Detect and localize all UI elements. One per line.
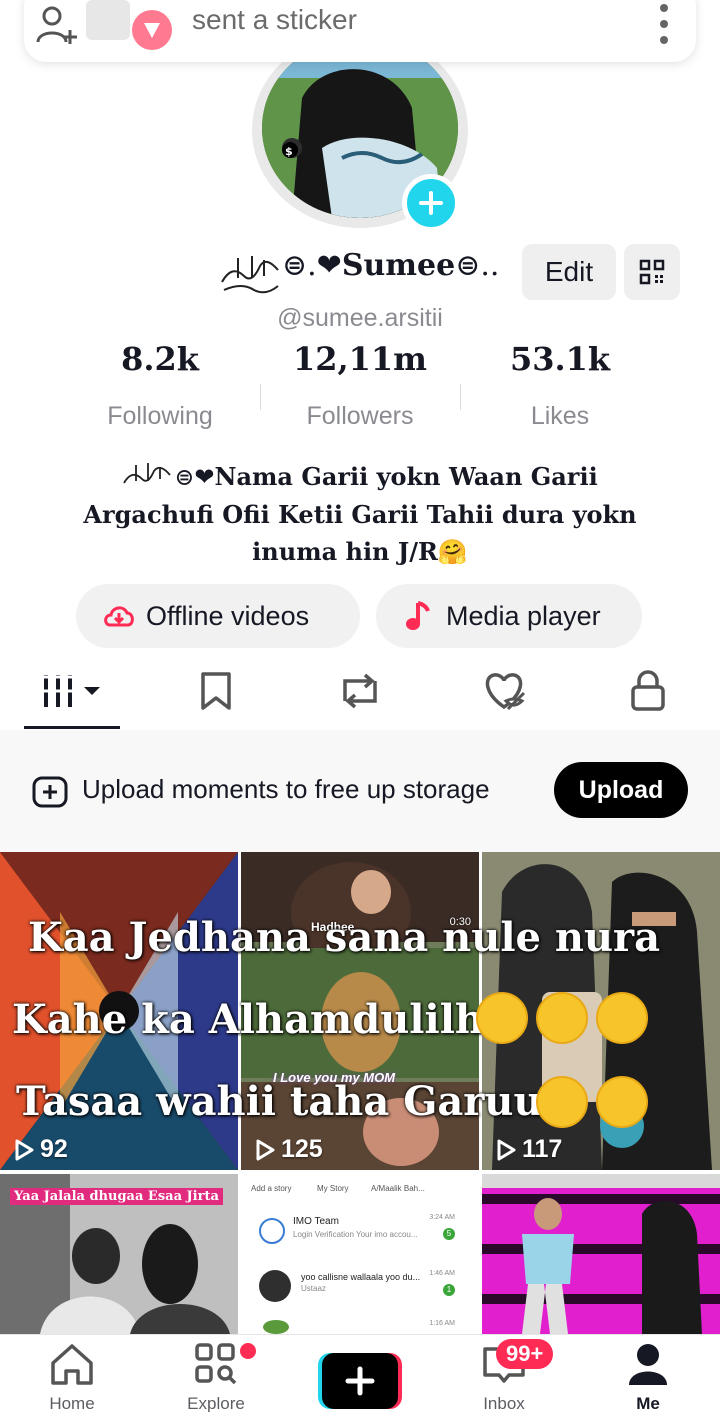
add-storage-icon xyxy=(32,776,68,808)
bookmark-icon xyxy=(201,672,231,710)
video-thumbnail[interactable] xyxy=(482,1174,720,1334)
yum-emoji-icon xyxy=(536,992,588,1044)
music-note-icon xyxy=(406,601,430,630)
notification-banner[interactable]: sent a sticker xyxy=(24,0,696,62)
nav-label: Inbox xyxy=(483,1394,525,1412)
nav-me[interactable]: Me xyxy=(588,1341,708,1412)
profile-bio[interactable]: ⊜❤Nama Garii yokn Waan Garii Argachufi O… xyxy=(80,458,640,570)
tab-private[interactable] xyxy=(600,666,696,716)
send-icon xyxy=(132,10,172,50)
bowtie-icon: ⊜.❤ xyxy=(282,248,342,283)
view-count: 92 xyxy=(14,1135,68,1164)
video-thumbnail[interactable]: Yaa Jalala dhugaa Esaa Jirta xyxy=(0,1174,238,1334)
play-icon xyxy=(497,1139,516,1160)
qr-code-button[interactable] xyxy=(624,244,680,300)
inbox-count-badge: 99+ xyxy=(496,1339,554,1369)
bottom-navigation: Home Explore Inbox 99+ Me xyxy=(0,1334,720,1412)
sticker-text: Kaa Jedhana sana nule nura xyxy=(28,914,661,961)
svg-text:$: $ xyxy=(285,145,293,158)
tab-reposts[interactable] xyxy=(312,666,408,716)
tab-videos[interactable] xyxy=(24,666,120,716)
bio-line: ⊜❤Nama Garii yokn Waan Garii xyxy=(80,458,640,496)
tab-liked[interactable] xyxy=(456,666,552,716)
offline-videos-label: Offline videos xyxy=(146,600,310,631)
nav-label: Me xyxy=(636,1394,660,1412)
tab-saved[interactable] xyxy=(168,666,264,716)
home-icon xyxy=(51,1344,93,1385)
liked-icon xyxy=(485,673,526,711)
qr-code-icon xyxy=(639,259,665,285)
repost-icon xyxy=(343,673,377,709)
video-thumbnail[interactable]: Add a story My Story A/Maalik Bah... IMO… xyxy=(241,1174,479,1334)
play-icon xyxy=(256,1139,275,1160)
stat-label: Following xyxy=(107,402,213,430)
storage-text: Upload moments to free up storage xyxy=(82,774,490,804)
video-grid: 92 Hadhee 0:30 I Love you my MOM 125 117… xyxy=(0,852,720,1334)
clip-caption: Yaa Jalala dhugaa Esaa Jirta xyxy=(10,1188,223,1205)
stat-value: 53.1k xyxy=(509,340,611,378)
profile-handle: @sumee.arsitii xyxy=(277,304,443,332)
profile-tabs xyxy=(0,656,720,730)
profile-icon xyxy=(629,1344,667,1385)
offline-videos-button[interactable]: Offline videos xyxy=(76,584,360,648)
notification-text: sent a sticker xyxy=(192,4,357,35)
lock-icon xyxy=(631,670,665,711)
kiss-emoji-icon xyxy=(476,992,528,1044)
upload-button[interactable]: Upload xyxy=(554,762,688,818)
stat-likes[interactable]: 53.1k Likes xyxy=(460,340,660,431)
nav-label: Explore xyxy=(187,1394,245,1412)
sticker-text: Tasaa wahii taha Garuu xyxy=(16,1078,543,1125)
create-button[interactable] xyxy=(318,1353,402,1409)
edit-profile-button[interactable]: Edit xyxy=(522,244,616,300)
chat-tab-bar: Add a story My Story A/Maalik Bah... xyxy=(251,1184,425,1193)
active-tab-indicator xyxy=(24,726,120,729)
thinking-emoji-icon xyxy=(536,1076,588,1128)
bio-line: Argachufi Ofii Ketii Garii Tahii dura yo… xyxy=(83,500,637,529)
storage-banner: Upload moments to free up storage Upload xyxy=(0,730,720,852)
stat-label: Followers xyxy=(306,402,414,430)
heart-icon: ⊜❤ xyxy=(174,463,215,491)
pleading-emoji-icon xyxy=(596,1076,648,1128)
play-icon xyxy=(15,1139,34,1160)
explore-icon xyxy=(195,1343,237,1385)
nav-label: Home xyxy=(49,1394,95,1412)
videos-icon xyxy=(43,675,100,707)
add-friend-icon[interactable] xyxy=(34,2,80,48)
media-player-label: Media player xyxy=(446,600,601,631)
more-options-icon[interactable] xyxy=(656,2,672,46)
media-player-button[interactable]: Media player xyxy=(376,584,642,648)
cloud-download-icon xyxy=(104,606,134,627)
sticker-thumbnail xyxy=(86,0,130,40)
bio-line: inuma hin J/R🤗 xyxy=(252,537,468,566)
profile-name-row: ⊜.❤Sumee⊜.. Edit xyxy=(0,242,720,302)
chat-row: 1:16 AM xyxy=(249,1318,471,1334)
stat-label: Likes xyxy=(530,402,590,430)
add-avatar-button[interactable] xyxy=(402,174,460,232)
chat-row: IMO Team Login Verification Your imo acc… xyxy=(249,1208,471,1258)
profile-name: ⊜.❤Sumee⊜.. xyxy=(282,248,500,283)
chat-row: yoo callisne wallaala yoo du... Ustaaz 1… xyxy=(249,1264,471,1312)
stat-value: 12,11m xyxy=(292,340,428,378)
stat-following[interactable]: 8.2k Following xyxy=(60,340,260,431)
nav-home[interactable]: Home xyxy=(12,1341,132,1412)
notification-dot xyxy=(240,1343,256,1359)
emoji-stickers xyxy=(536,1076,656,1128)
stat-value: 8.2k xyxy=(121,340,199,378)
stat-followers[interactable]: 12,11m Followers xyxy=(260,340,460,431)
nav-explore[interactable]: Explore xyxy=(156,1341,276,1412)
calligraphy-icon xyxy=(221,256,279,294)
grin-emoji-icon xyxy=(596,992,648,1044)
view-count: 125 xyxy=(255,1135,323,1164)
emoji-stickers xyxy=(476,992,656,1044)
view-count: 117 xyxy=(496,1135,562,1164)
calligraphy-icon xyxy=(123,463,172,484)
bowtie-icon: ⊜.. xyxy=(455,248,500,283)
sticker-text: Kahe ka Alhamdulilh xyxy=(12,996,484,1043)
